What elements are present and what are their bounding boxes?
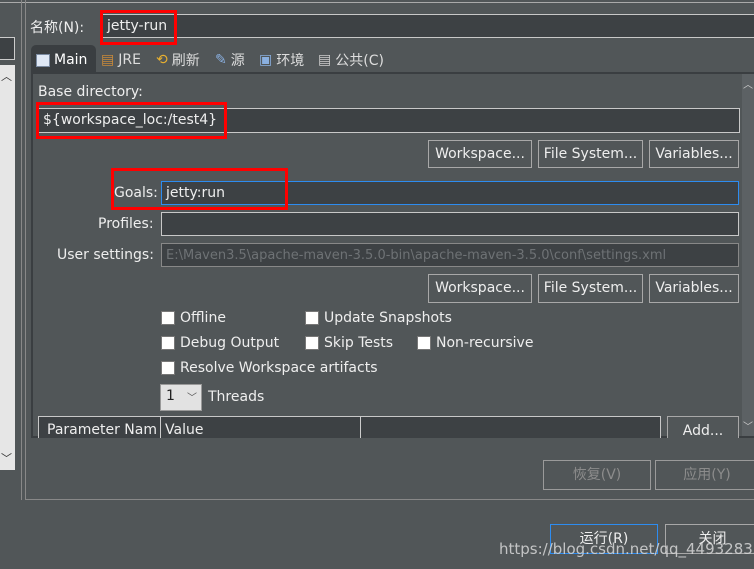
variables-button[interactable]: Variables... <box>649 140 739 168</box>
column-divider <box>360 417 361 438</box>
checkbox-box[interactable] <box>161 311 175 325</box>
checkbox-box[interactable] <box>305 336 319 350</box>
file-system-button[interactable]: File System... <box>538 140 643 168</box>
top-border <box>0 2 754 3</box>
resolve-workspace-checkbox[interactable]: Resolve Workspace artifacts <box>161 360 377 376</box>
tab-source[interactable]: ✎ 源 <box>215 48 245 72</box>
bottom-divider <box>25 499 754 500</box>
checkbox-box[interactable] <box>305 311 319 325</box>
column-header[interactable]: Parameter Nam <box>47 422 161 438</box>
refresh-icon: ⟲ <box>156 52 168 68</box>
profiles-label: Profiles: <box>98 216 154 232</box>
user-settings-label: User settings: <box>57 247 154 263</box>
tab-refresh[interactable]: ⟲ 刷新 <box>156 48 200 72</box>
column-header[interactable]: Value <box>165 422 203 438</box>
tab-environment[interactable]: ▣ 环境 <box>259 48 304 72</box>
highlight-box <box>111 168 288 210</box>
tab-common[interactable]: ▤ 公共(C) <box>318 48 384 72</box>
right-divider <box>25 0 26 500</box>
checkbox-box[interactable] <box>161 336 175 350</box>
workspace-button[interactable]: Workspace... <box>428 140 532 168</box>
vertical-scrollbar[interactable] <box>742 74 754 436</box>
scroll-down-icon[interactable]: ﹀ <box>1 450 12 466</box>
parameters-table[interactable]: Parameter Nam Value <box>38 416 661 438</box>
left-panel: ︿ ﹀ <box>0 0 22 500</box>
watermark: https://blog.csdn.net/qq_44932835 <box>499 540 754 558</box>
tab-jre[interactable]: ▤ JRE <box>101 48 141 72</box>
user-settings-input[interactable]: E:\Maven3.5\apache-maven-3.5.0-bin\apach… <box>161 243 739 267</box>
threads-label: Threads <box>208 389 265 405</box>
skip-tests-checkbox[interactable]: Skip Tests <box>305 335 393 351</box>
file-system-button[interactable]: File System... <box>538 274 643 303</box>
highlight-box <box>36 102 227 139</box>
profiles-input[interactable] <box>161 212 739 236</box>
add-button[interactable]: Add... <box>667 416 739 439</box>
filter-input[interactable] <box>0 37 15 60</box>
environment-icon: ▣ <box>259 52 273 68</box>
non-recursive-checkbox[interactable]: Non-recursive <box>417 335 533 351</box>
apply-button[interactable]: 应用(Y) <box>655 460 754 490</box>
workspace-button[interactable]: Workspace... <box>428 274 532 303</box>
variables-button[interactable]: Variables... <box>649 274 739 303</box>
name-input[interactable]: jetty-run <box>102 14 754 38</box>
base-directory-label: Base directory: <box>38 84 143 100</box>
checkbox-box[interactable] <box>161 361 175 375</box>
source-icon: ✎ <box>215 52 227 68</box>
scroll-up-icon[interactable]: ︿ <box>743 76 753 91</box>
scroll-down-icon[interactable]: ﹀ <box>743 418 753 433</box>
checkbox-box[interactable] <box>417 336 431 350</box>
common-icon: ▤ <box>318 52 332 68</box>
config-list[interactable] <box>0 65 15 470</box>
column-divider <box>160 417 161 438</box>
threads-select[interactable]: 1 ﹀ <box>160 384 202 411</box>
scroll-up-icon[interactable]: ︿ <box>1 68 12 84</box>
offline-checkbox[interactable]: Offline <box>161 310 226 326</box>
chevron-down-icon: ﹀ <box>187 393 197 404</box>
jre-icon: ▤ <box>101 52 115 68</box>
debug-output-checkbox[interactable]: Debug Output <box>161 335 279 351</box>
update-snapshots-checkbox[interactable]: Update Snapshots <box>305 310 452 326</box>
name-label: 名称(N): <box>30 20 85 36</box>
tab-main[interactable]: Main <box>36 48 87 72</box>
revert-button[interactable]: 恢复(V) <box>543 460 651 490</box>
highlight-box <box>100 10 177 45</box>
main-tab-icon <box>36 53 50 67</box>
